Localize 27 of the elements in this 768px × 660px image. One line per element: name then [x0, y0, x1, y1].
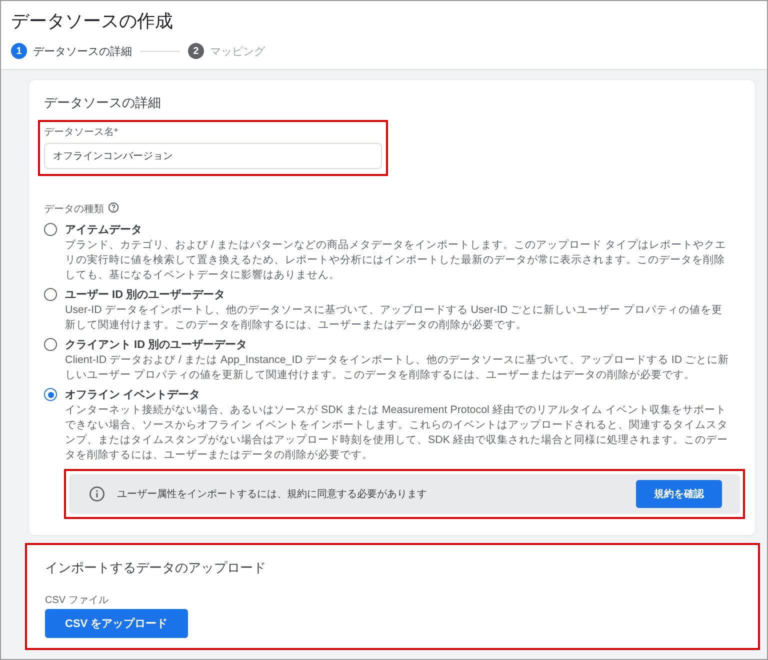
option-description: ブランド、カテゴリ、および / またはパターンなどの商品メタデータをインポートします。このアップロード タイプはレポートやクエリの実行時に値を検索して置き換えるため、レポートや分析にはインポートした最新のデータが常に表示されます。このデータを削除しても、基になるイベントデータに影響はありません。: [65, 238, 727, 283]
option-label: アイテムデータ: [65, 223, 143, 237]
radio-button[interactable]: [44, 388, 57, 401]
section-heading: インポートするデータのアップロード: [45, 559, 267, 577]
name-field[interactable]: オフラインコンバージョン: [44, 143, 382, 169]
step-number[interactable]: 1: [11, 43, 27, 59]
option-label: オフライン イベントデータ: [65, 388, 202, 402]
section-heading: データソースの詳細: [44, 94, 162, 112]
page-title: データソースの作成: [11, 10, 174, 33]
option-description: User-ID データをインポートし、他のデータソースに基づいて、アップロードする User-ID ごとに新しいユーザー プロパティの値を更新して関連付けます。このデータを削除するには、ユーザーまたはデータの削除が必要です。: [65, 303, 724, 333]
review-terms-button[interactable]: 規約を確認: [636, 480, 722, 508]
radio-button[interactable]: [44, 223, 57, 236]
radio-button[interactable]: [44, 338, 57, 351]
step-number[interactable]: 2: [188, 43, 204, 59]
field-label: データソース名*: [44, 126, 119, 139]
radio-button[interactable]: [44, 288, 57, 301]
step-label[interactable]: マッピング: [210, 44, 265, 58]
step-label[interactable]: データソースの詳細: [33, 44, 132, 58]
field-label: データの種類: [44, 202, 104, 216]
option-description: インターネット接続がない場合、あるいはソースが SDK または Measurement Protocol 経由でのリアルタイム イベント収集をサポートできない場合、ソースからオフライン イベントをインポートします。これらのイベントはアップロードされると、関連するタイムスタンプ、またはタイムスタンプがない場合はアップロード時刻を使用して、SDK 経由で収集された場合と同様に処理されます。このデータを削除するには、ユーザーまたはデータの削除が必要です。: [65, 403, 729, 463]
field-label: CSV ファイル: [45, 594, 110, 607]
info-icon: [89, 486, 105, 502]
upload-csv-button[interactable]: CSV をアップロード: [45, 609, 188, 638]
option-label: クライアント ID 別のユーザーデータ: [65, 338, 248, 352]
option-description: Client-ID データおよび / または App_Instance_ID データをインポートし、他のデータソースに基づいて、アップロードする ID ごとに新しいユーザー プロパティの値を更新して関連付けます。このデータを削除するには、ユーザーまたはデータの削除が必要です。: [65, 353, 730, 383]
option-label: ユーザー ID 別のユーザーデータ: [65, 288, 226, 302]
notice-text: ユーザー属性をインポートするには、規約に同意する必要があります: [117, 488, 428, 501]
